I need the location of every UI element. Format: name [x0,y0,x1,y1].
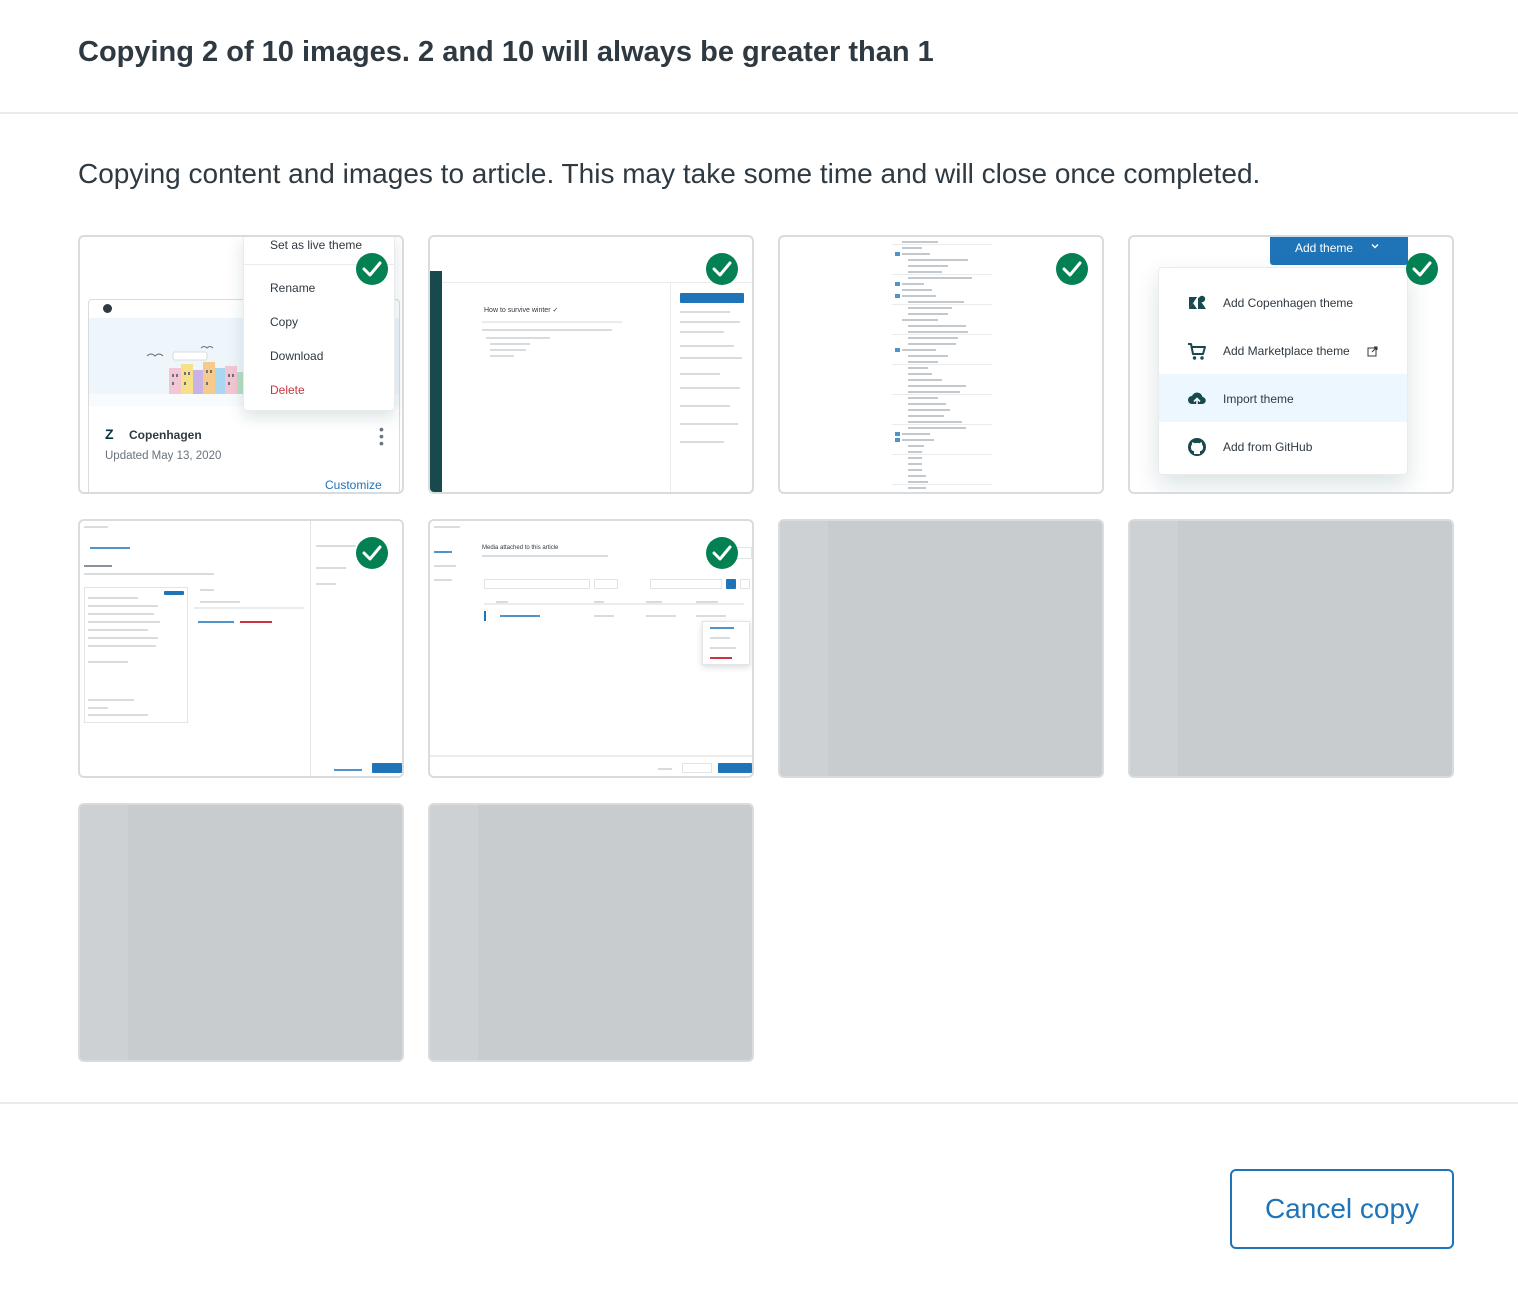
modal-header: Copying 2 of 10 images. 2 and 10 will al… [0,0,1518,114]
footer-divider [0,1102,1518,1104]
add-theme-button-preview: Add theme [1270,237,1408,265]
menu-item-delete: Delete [270,383,305,397]
image-placeholder-9 [78,803,404,1062]
menu-item-add-marketplace: Add Marketplace theme [1159,326,1407,374]
menu-item-add-copenhagen: Add Copenhagen theme [1159,278,1407,326]
menu-item-label: Import theme [1223,392,1294,406]
add-theme-menu: Add Copenhagen theme Add Marketplace the… [1158,267,1408,475]
zendesk-icon: Z [105,426,114,442]
image-placeholder-10 [428,803,754,1062]
modal-description: Copying content and images to article. T… [78,158,1261,189]
file-tree [892,237,992,492]
menu-item-import-theme: Import theme [1159,374,1407,422]
menu-item-label: Add Marketplace theme [1223,344,1350,358]
cart-icon [1187,341,1207,361]
image-placeholder-7 [778,519,1104,778]
article-heading: How to survive winter ✓ [484,307,559,314]
menu-item-label: Add Copenhagen theme [1223,296,1354,310]
image-thumbnail-6: Media attached to this article [428,519,754,778]
menu-item-label: Add from GitHub [1223,440,1313,454]
save-button-mini [680,293,744,303]
cancel-copy-button[interactable]: Cancel copy [1230,1169,1454,1249]
image-thumbnail-2: How to survive winter ✓ [428,235,754,494]
chevron-down-icon [1370,240,1380,254]
external-link-icon [1367,344,1378,362]
success-check-icon [706,537,738,569]
cloud-upload-icon [1187,389,1207,409]
menu-item-set-live: Set as live theme [270,238,363,252]
success-check-icon [1056,253,1088,285]
success-check-icon [356,253,388,285]
image-thumbnail-3 [778,235,1104,494]
logo-icon [103,304,112,313]
add-theme-label: Add theme [1295,241,1354,255]
mini-search-input [484,579,590,589]
editor-sidebar [430,271,442,492]
github-icon [1187,437,1207,457]
image-thumbnail-4: Add theme Add Copenhagen theme Add Marke… [1128,235,1454,494]
theme-name: Copenhagen [129,428,202,442]
kebab-menu-icon: • • • [379,421,384,451]
modal-title: Copying 2 of 10 images. 2 and 10 will al… [78,36,934,68]
success-check-icon [706,253,738,285]
zendesk-icon [1187,293,1207,313]
success-check-icon [1406,253,1438,285]
success-check-icon [356,537,388,569]
mini-article-preview [84,587,188,723]
theme-updated-date: Updated May 13, 2020 [105,450,222,462]
image-thumbnail-5 [78,519,404,778]
menu-item-add-github: Add from GitHub [1159,422,1407,470]
customize-link: Customize [325,478,382,492]
media-heading: Media attached to this article [482,545,559,551]
menu-item-copy: Copy [270,315,299,329]
menu-item-download: Download [270,349,324,363]
menu-item-rename: Rename [270,281,316,295]
image-placeholder-8 [1128,519,1454,778]
image-thumbnail-1: Z Copenhagen Updated May 13, 2020 • • • Cu… [78,235,404,494]
